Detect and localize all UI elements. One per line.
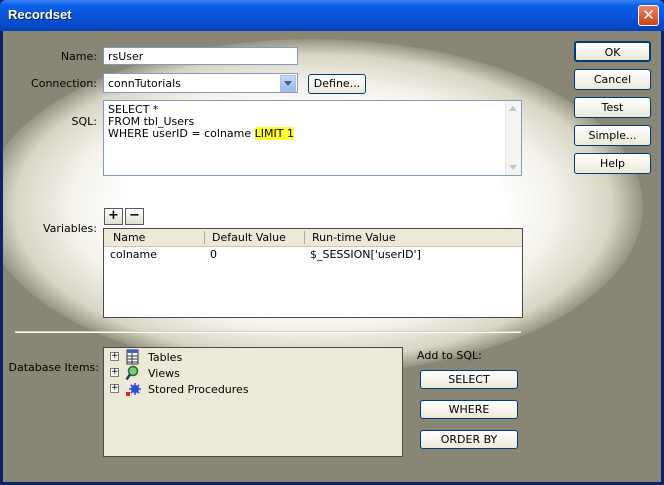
close-icon: ✕ (642, 6, 655, 24)
connection-select[interactable]: connTutorials (103, 73, 298, 93)
column-divider[interactable] (204, 231, 205, 244)
tables-icon (126, 349, 139, 365)
name-input[interactable]: rsUser (103, 47, 298, 65)
sql-scrollbar[interactable] (505, 101, 521, 175)
database-items-label: Database Items: (8, 361, 99, 374)
sql-line-3-text: WHERE userID = colname (108, 127, 255, 140)
column-divider[interactable] (304, 231, 305, 244)
help-button[interactable]: Help (574, 153, 651, 174)
add-where-button[interactable]: WHERE (420, 400, 518, 419)
tree-label: Views (148, 367, 180, 380)
title-bar[interactable]: Recordset ✕ (0, 0, 664, 31)
table-header: Name Default Value Run-time Value (104, 229, 522, 247)
test-button[interactable]: Test (574, 97, 651, 118)
variables-table: Name Default Value Run-time Value colnam… (103, 228, 523, 318)
add-to-sql-label: Add to SQL: (417, 349, 482, 362)
row-name: colname (110, 248, 158, 261)
column-header-name[interactable]: Name (113, 231, 145, 244)
ok-button[interactable]: OK (574, 41, 651, 62)
cancel-button[interactable]: Cancel (574, 69, 651, 90)
database-tree: + Tables + Views + Stored Procedures (103, 347, 403, 457)
expand-icon[interactable]: + (110, 384, 119, 393)
sql-label: SQL: (71, 115, 97, 128)
define-button[interactable]: Define... (308, 74, 366, 94)
expand-icon[interactable]: + (110, 352, 119, 361)
column-header-default[interactable]: Default Value (212, 231, 286, 244)
stored-procedures-icon (126, 383, 141, 396)
tree-label: Stored Procedures (148, 383, 249, 396)
simple-button[interactable]: Simple... (574, 125, 651, 146)
column-header-runtime[interactable]: Run-time Value (312, 231, 396, 244)
recordset-dialog: Recordset ✕ Name: rsUser Connection: con… (0, 0, 664, 485)
sql-textarea[interactable]: SELECT * FROM tbl_Users WHERE userID = c… (103, 100, 522, 176)
variables-label: Variables: (43, 222, 97, 235)
table-row[interactable]: colname 0 $_SESSION['userID'] (105, 246, 521, 262)
dialog-body: Name: rsUser Connection: connTutorials D… (3, 31, 661, 482)
sql-line-2: FROM tbl_Users (108, 115, 195, 128)
name-value: rsUser (108, 50, 144, 63)
scroll-up-icon[interactable] (507, 102, 520, 115)
name-label: Name: (60, 50, 97, 63)
connection-label: Connection: (31, 77, 97, 90)
remove-variable-button[interactable]: − (125, 208, 144, 225)
connection-value: connTutorials (108, 77, 181, 90)
section-divider (15, 331, 521, 333)
row-runtime-value: $_SESSION['userID'] (310, 248, 421, 261)
row-default-value: 0 (210, 248, 217, 261)
scroll-down-icon[interactable] (507, 161, 520, 174)
expand-icon[interactable]: + (110, 368, 119, 377)
close-button[interactable]: ✕ (638, 5, 659, 26)
views-icon (125, 365, 139, 381)
tree-label: Tables (148, 351, 183, 364)
window-title: Recordset (8, 7, 72, 22)
sql-line-1: SELECT * (108, 103, 159, 116)
sql-highlight: LIMIT 1 (254, 127, 294, 140)
chevron-down-icon[interactable] (280, 75, 296, 92)
add-order-by-button[interactable]: ORDER BY (420, 430, 518, 449)
sql-line-3: WHERE userID = colname LIMIT 1 (108, 127, 517, 140)
add-variable-button[interactable]: + (104, 208, 123, 225)
add-select-button[interactable]: SELECT (420, 370, 518, 389)
